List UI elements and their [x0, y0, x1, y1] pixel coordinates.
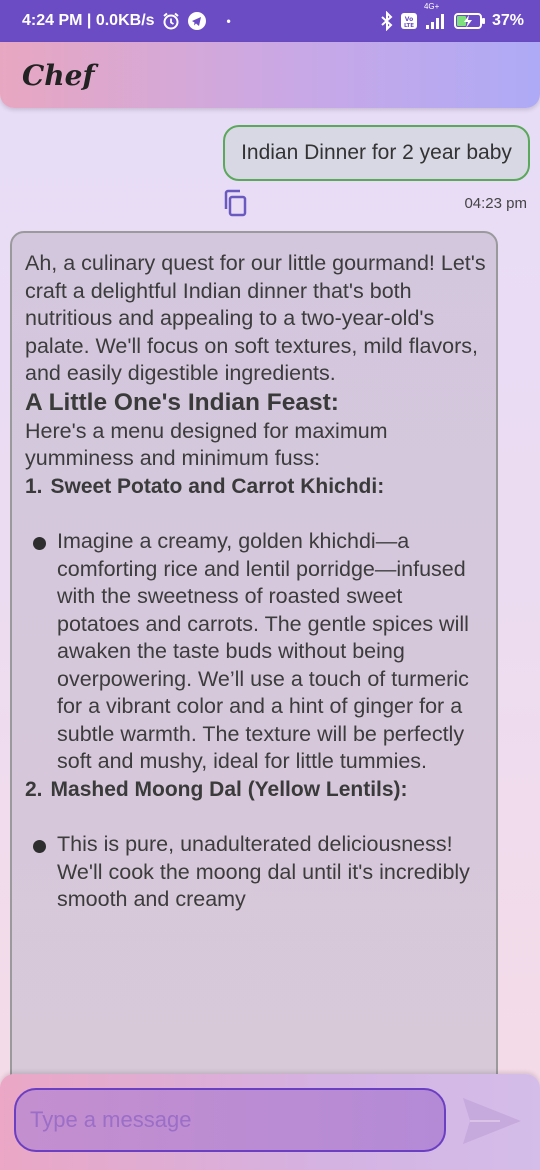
app-bar: Chef [0, 42, 540, 108]
message-timestamp: 04:23 pm [464, 195, 527, 212]
battery-charging-icon [453, 11, 486, 31]
send-icon [460, 1098, 524, 1152]
status-time-speed: 4:24 PM | 0.0KB/s [22, 12, 155, 29]
menu-item-number: 2. [25, 777, 43, 801]
user-message-bubble[interactable]: Indian Dinner for 2 year baby [223, 125, 530, 181]
svg-text:LTE: LTE [404, 23, 414, 29]
list-item: Imagine a creamy, golden khichdi—a comfo… [25, 528, 484, 776]
bullet-icon [33, 840, 46, 853]
status-left: 4:24 PM | 0.0KB/s • [22, 11, 231, 31]
status-dot: • [226, 14, 231, 28]
status-right: Vo LTE 4G+ 37% [380, 2, 524, 31]
input-bar [0, 1074, 540, 1170]
bot-intro-text: Ah, a culinary quest for our little gour… [25, 251, 486, 385]
user-message-text: Indian Dinner for 2 year baby [241, 141, 512, 164]
alarm-icon [161, 11, 181, 31]
bullet-icon [33, 537, 46, 550]
bot-menu-intro: Here's a menu designed for maximum yummi… [25, 418, 388, 471]
list-item: This is pure, unadulterated deliciousnes… [25, 831, 484, 914]
bullet-text: Imagine a creamy, golden khichdi—a comfo… [57, 529, 469, 773]
network-type: 4G+ [423, 2, 440, 11]
telegram-icon [187, 11, 207, 31]
volte-icon: Vo LTE [400, 11, 418, 31]
menu-item-number: 1. [25, 474, 43, 498]
bot-message-bubble: Ah, a culinary quest for our little gour… [10, 231, 498, 1131]
message-input[interactable] [14, 1088, 446, 1152]
copy-icon[interactable] [222, 189, 250, 217]
signal-icon: 4G+ [424, 2, 448, 31]
menu-item-title-text: Mashed Moong Dal (Yellow Lentils): [50, 777, 408, 801]
svg-text:Vo: Vo [405, 16, 413, 23]
send-button[interactable] [460, 1094, 524, 1148]
bullet-text: This is pure, unadulterated deliciousnes… [57, 832, 470, 911]
status-bar: 4:24 PM | 0.0KB/s • Vo LTE 4G+ 37% [0, 0, 540, 42]
bluetooth-icon [380, 11, 394, 31]
menu-item-title-text: Sweet Potato and Carrot Khichdi: [50, 474, 385, 498]
app-title: Chef [22, 58, 95, 92]
bot-heading: A Little One's Indian Feast: [25, 388, 339, 416]
menu-item-title: 1. Sweet Potato and Carrot Khichdi: [25, 473, 484, 501]
battery-percent: 37% [491, 12, 524, 29]
menu-item-title: 2. Mashed Moong Dal (Yellow Lentils): [25, 776, 484, 804]
